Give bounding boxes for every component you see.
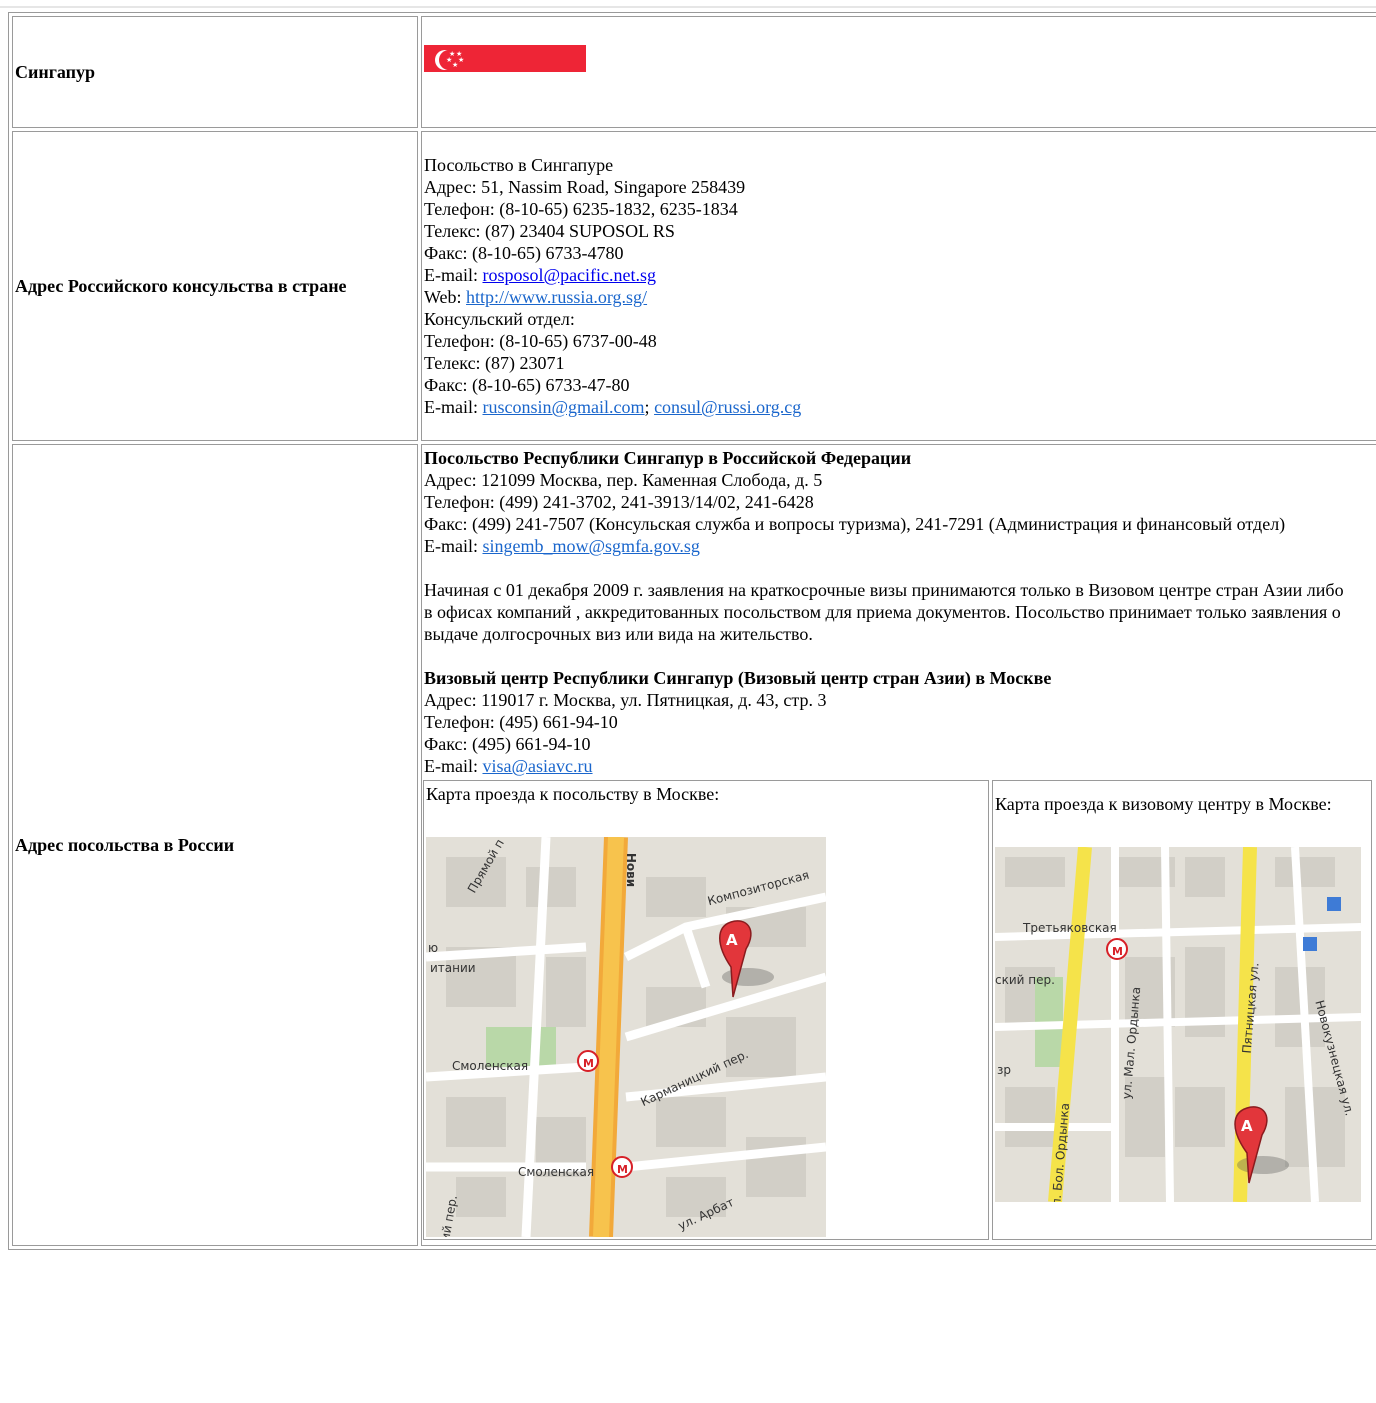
metro-station-label: Смоленская [518, 1165, 595, 1179]
maps-table: Карта проезда к посольству в Москве: Пря… [422, 777, 1375, 1243]
country-info-table: Сингапур ★ ★ ★ ★ ★ Адрес Российского конс [8, 12, 1376, 1250]
metro-icon: М [617, 1163, 628, 1176]
row-embassy: Адрес посольства в России Посольство Рес… [12, 444, 1376, 1246]
consular-email-link-2[interactable]: consul@russi.org.cg [654, 397, 801, 417]
visa-center-email-link[interactable]: visa@asiavc.ru [482, 756, 592, 776]
consular-email-line: E-mail: rusconsin@gmail.com; consul@russ… [424, 396, 1376, 418]
consulate-line: Консульский отдел: [424, 309, 575, 329]
visa-center-map-cell: Карта проезда к визовому центру в Москве… [992, 780, 1372, 1240]
map-street-label: зр [997, 1063, 1011, 1077]
email-prefix: E-mail: [424, 265, 483, 285]
consulate-info-cell: Посольство в Сингапуре Адрес: 51, Nassim… [421, 131, 1376, 441]
embassy-line: Телефон: (499) 241-3702, 241-3913/14/02,… [424, 492, 814, 512]
visa-center-map-image[interactable]: Третьяковская ский пер. ул. Мал. Ордынка… [995, 847, 1361, 1202]
visa-center-map-caption: Карта проезда к визовому центру в Москве… [995, 794, 1332, 814]
consulate-line: Телекс: (87) 23404 SUPOSOL RS [424, 221, 675, 241]
consular-email-link-1[interactable]: rusconsin@gmail.com [482, 397, 644, 417]
consulate-line: Телекс: (87) 23071 [424, 353, 565, 373]
svg-text:★: ★ [458, 56, 464, 64]
visa-notice: Начиная с 01 декабря 2009 г. заявления н… [424, 580, 1344, 644]
consulate-email-link[interactable]: rosposol@pacific.net.sg [482, 265, 656, 285]
embassy-line: Факс: (499) 241-7507 (Консульская служба… [424, 514, 1286, 534]
embassy-map-image[interactable]: Прямой п Нови Композиторская итании ю См… [426, 837, 826, 1237]
embassy-map-caption: Карта проезда к посольству в Москве: [426, 784, 720, 804]
consulate-line: Адрес: 51, Nassim Road, Singapore 258439 [424, 177, 746, 197]
flag-cell: ★ ★ ★ ★ ★ [421, 16, 1376, 128]
map-marker-letter: A [726, 931, 738, 949]
metro-icon: М [583, 1057, 594, 1070]
email-prefix: E-mail: [424, 397, 483, 417]
metro-station-label: Смоленская [452, 1059, 529, 1073]
embassy-email-line: E-mail: singemb_mow@sgmfa.gov.sg [424, 535, 1376, 557]
embassy-map-cell: Карта проезда к посольству в Москве: Пря… [423, 780, 989, 1240]
map-street-label: итании [430, 961, 476, 975]
embassy-title: Посольство Республики Сингапур в Российс… [424, 448, 912, 468]
consulate-line: Факс: (8-10-65) 6733-4780 [424, 243, 624, 263]
email-prefix: E-mail: [424, 756, 483, 776]
visa-center-title: Визовый центр Республики Сингапур (Визов… [424, 668, 1052, 688]
metro-icon: М [1112, 945, 1123, 958]
embassy-email-link[interactable]: singemb_mow@sgmfa.gov.sg [482, 536, 699, 556]
consulate-web-line: Web: http://www.russia.org.sg/ [424, 286, 1376, 308]
email-separator: ; [644, 397, 655, 417]
consulate-label: Адрес Российского консульства в стране [15, 276, 347, 296]
country-label-cell: Сингапур [12, 16, 418, 128]
visa-center-line: Телефон: (495) 661-94-10 [424, 712, 618, 732]
visa-center-email-line: E-mail: visa@asiavc.ru [424, 755, 1376, 777]
row-country: Сингапур ★ ★ ★ ★ ★ [12, 16, 1376, 128]
top-rule [0, 6, 1376, 8]
map-marker-letter: A [1241, 1117, 1253, 1135]
consulate-line: Телефон: (8-10-65) 6235-1832, 6235-1834 [424, 199, 738, 219]
svg-text:★: ★ [452, 61, 458, 69]
map-street-label: ю [428, 941, 439, 955]
web-prefix: Web: [424, 287, 467, 307]
consulate-label-cell: Адрес Российского консульства в стране [12, 131, 418, 441]
metro-station-label: Третьяковская [1023, 921, 1117, 935]
visa-center-line: Факс: (495) 661-94-10 [424, 734, 591, 754]
embassy-label: Адрес посольства в России [15, 835, 235, 855]
embassy-label-cell: Адрес посольства в России [12, 444, 418, 1246]
country-name: Сингапур [15, 62, 96, 82]
map-street-label: ский пер. [995, 973, 1055, 987]
row-consulate: Адрес Российского консульства в стране П… [12, 131, 1376, 441]
visa-center-line: Адрес: 119017 г. Москва, ул. Пятницкая, … [424, 690, 827, 710]
consulate-web-link[interactable]: http://www.russia.org.sg/ [466, 287, 647, 307]
consulate-line: Факс: (8-10-65) 6733-47-80 [424, 375, 630, 395]
embassy-info-cell: Посольство Республики Сингапур в Российс… [421, 444, 1376, 1246]
email-prefix: E-mail: [424, 536, 483, 556]
consulate-email-line: E-mail: rosposol@pacific.net.sg [424, 264, 1376, 286]
embassy-line: Адрес: 121099 Москва, пер. Каменная Слоб… [424, 470, 823, 490]
consulate-line: Телефон: (8-10-65) 6737-00-48 [424, 331, 657, 351]
singapore-flag-icon: ★ ★ ★ ★ ★ [424, 45, 586, 99]
consulate-line: Посольство в Сингапуре [424, 155, 614, 175]
map-street-label: Нови [624, 852, 639, 888]
